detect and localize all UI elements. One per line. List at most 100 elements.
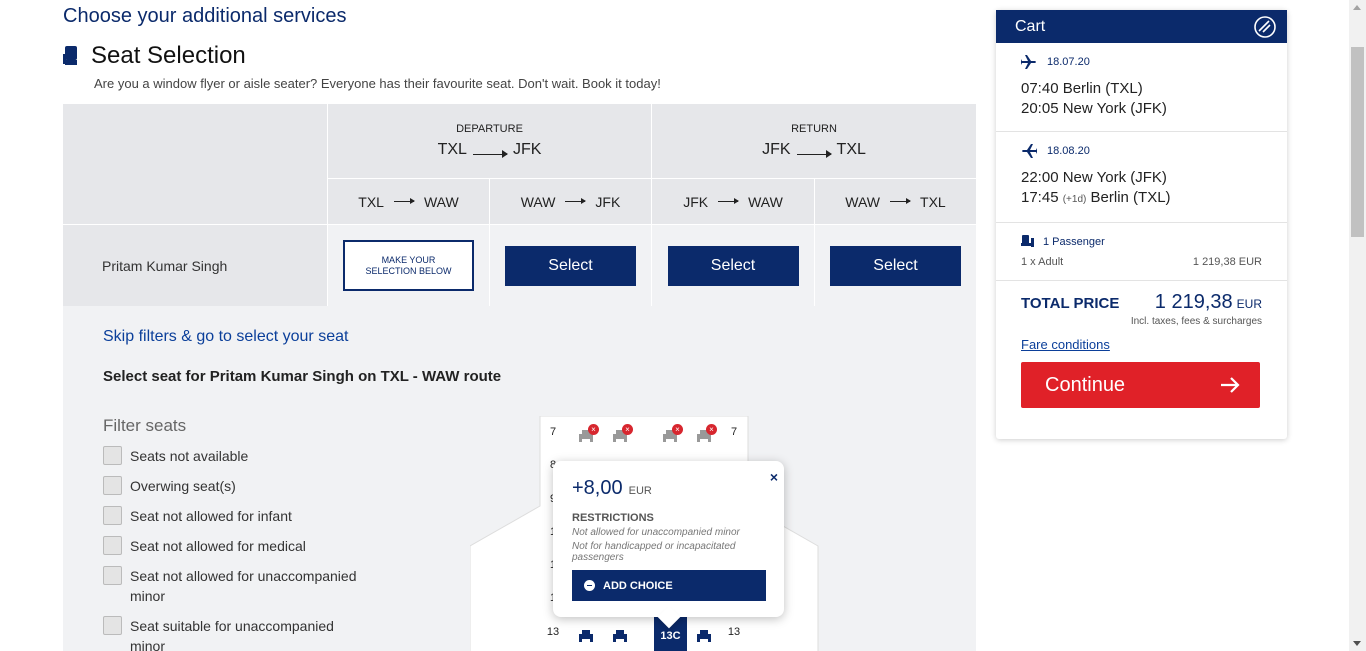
unavailable-icon: × [622, 424, 633, 435]
segment-from: JFK [683, 193, 709, 210]
filter-list: Seats not available Overwing seat(s) Sea… [103, 446, 363, 651]
segment-to: WAW [423, 193, 459, 210]
selection-cell: Select [815, 225, 976, 306]
passenger-seat-icon [1021, 235, 1034, 247]
segment-to: WAW [748, 193, 783, 210]
segment-header: WAW JFK [490, 179, 651, 224]
inbound-flight: 18.08.20 22:00 New York (JFK) 17:45 (+1d… [996, 132, 1287, 223]
unavailable-icon: × [706, 424, 717, 435]
filter-label: Seats not available [130, 448, 249, 464]
inbound-date: 18.08.20 [1047, 145, 1090, 157]
skip-filters-link[interactable]: Skip filters & go to select your seat [103, 328, 348, 346]
filter-no-infant[interactable]: Seat not allowed for infant [103, 506, 363, 526]
seat-icon [579, 630, 593, 642]
filter-label: Overwing seat(s) [130, 478, 236, 494]
seat-price: +8,00 EUR [572, 477, 652, 500]
row-number: 7 [549, 426, 557, 438]
total-currency: EUR [1236, 297, 1262, 311]
scrollbar-thumb[interactable] [1351, 47, 1364, 237]
filter-label: Seat not allowed for medical [130, 538, 306, 554]
filter-not-available[interactable]: Seats not available [103, 446, 363, 466]
seat-icon [63, 46, 77, 65]
departure-label: DEPARTURE [456, 123, 523, 135]
restrictions-title: RESTRICTIONS [572, 512, 654, 524]
plane-departure-icon [1021, 55, 1036, 69]
make-selection-button[interactable]: MAKE YOUR SELECTION BELOW [343, 240, 474, 291]
passenger-name: Pritam Kumar Singh [102, 257, 228, 274]
seat-unavailable: × [605, 420, 635, 450]
scroll-up-icon[interactable] [1353, 5, 1361, 10]
select-button-jfk-waw[interactable]: Select [667, 245, 799, 286]
departure-header: DEPARTURE TXL JFK [328, 104, 651, 178]
departure-from: TXL [437, 141, 467, 158]
continue-button[interactable]: Continue [1021, 362, 1260, 408]
passenger-amount: 1 219,38 EUR [1192, 256, 1262, 268]
checkbox[interactable] [103, 536, 122, 555]
filter-label: Seat not allowed for infant [130, 508, 292, 524]
select-for-heading: Select seat for Pritam Kumar Singh on TX… [103, 368, 502, 385]
add-choice-button[interactable]: ADD CHOICE [572, 570, 766, 601]
return-label: RETURN [791, 123, 837, 135]
seat-unavailable: × [655, 420, 685, 450]
tagline: Are you a window flyer or aisle seater? … [94, 76, 661, 91]
segment-from: WAW [845, 193, 881, 210]
minus-circle-icon [584, 580, 595, 591]
outbound-flight: 18.07.20 07:40 Berlin (TXL) 20:05 New Yo… [996, 43, 1287, 132]
fare-conditions-link[interactable]: Fare conditions [1021, 337, 1262, 352]
segment-header: JFK WAW [652, 179, 814, 224]
row-number: 13 [727, 626, 741, 638]
filter-suitable-unaccompanied-minor[interactable]: Seat suitable for unaccompanied minor [103, 616, 363, 651]
row-number: 7 [730, 426, 738, 438]
checkbox[interactable] [103, 476, 122, 495]
seat-info-popup: × +8,00 EUR RESTRICTIONS Not allowed for … [553, 461, 784, 629]
checkbox[interactable] [103, 446, 122, 465]
filter-overwing[interactable]: Overwing seat(s) [103, 476, 363, 496]
outbound-departure: 07:40 Berlin (TXL) [1021, 80, 1143, 97]
seat-available[interactable] [689, 621, 719, 651]
restriction-text: Not for handicapped or incapacitated pas… [572, 541, 736, 563]
cart-panel: Cart 18.07.20 07:40 Berlin (TXL) 20:05 N… [996, 10, 1287, 439]
checkbox[interactable] [103, 566, 122, 585]
close-icon[interactable]: × [770, 469, 778, 485]
inbound-arrival: 17:45 (+1d) Berlin (TXL) [1021, 188, 1262, 210]
total-section: TOTAL PRICE 1 219,38 EUR Incl. taxes, fee… [996, 281, 1287, 408]
filter-no-medical[interactable]: Seat not allowed for medical [103, 536, 363, 556]
total-value: 1 219,38 [1154, 291, 1233, 313]
arrow-right-icon [718, 198, 740, 204]
seat-available[interactable] [605, 621, 635, 651]
unavailable-icon: × [672, 424, 683, 435]
scroll-down-icon[interactable] [1353, 641, 1361, 646]
total-label: TOTAL PRICE [1021, 295, 1120, 312]
filter-no-unaccompanied-minor[interactable]: Seat not allowed for unaccompanied minor [103, 566, 363, 606]
checkbox[interactable] [103, 616, 122, 635]
segment-to: TXL [920, 193, 946, 210]
return-from: JFK [762, 141, 791, 158]
selection-cell: Select [490, 225, 651, 306]
arrow-right-icon [472, 145, 508, 158]
page-heading: Choose your additional services [63, 5, 347, 27]
seat-icon [697, 630, 711, 642]
seat-available[interactable] [571, 621, 601, 651]
arrow-right-icon [1221, 377, 1240, 393]
day-offset: (+1d) [1062, 194, 1087, 205]
outbound-arrival: 20:05 New York (JFK) [1021, 100, 1167, 117]
departure-route: TXL JFK [437, 141, 542, 159]
page-scrollbar[interactable] [1349, 0, 1366, 651]
select-button-waw-jfk[interactable]: Select [505, 245, 636, 286]
cart-title: Cart [1015, 17, 1046, 35]
departure-to: JFK [512, 141, 542, 158]
filter-title: Filter seats [103, 416, 187, 435]
checkbox[interactable] [103, 506, 122, 525]
inbound-arrival-city: Berlin (TXL) [1090, 189, 1171, 206]
passenger-type: 1 x Adult [1021, 256, 1064, 268]
select-button-waw-txl[interactable]: Select [830, 245, 961, 286]
unavailable-icon: × [588, 424, 599, 435]
seat-icon [613, 630, 627, 642]
inbound-arrival-time: 17:45 [1021, 189, 1059, 206]
airline-logo-icon [1254, 15, 1276, 38]
passenger-summary: 1 Passenger 1 x Adult 1 219,38 EUR [996, 223, 1287, 281]
arrow-right-icon [796, 145, 832, 158]
seat-price-value: +8,00 [572, 477, 623, 499]
filter-label: Seat suitable for unaccompanied minor [130, 618, 334, 651]
section-title: Seat Selection [63, 42, 246, 70]
